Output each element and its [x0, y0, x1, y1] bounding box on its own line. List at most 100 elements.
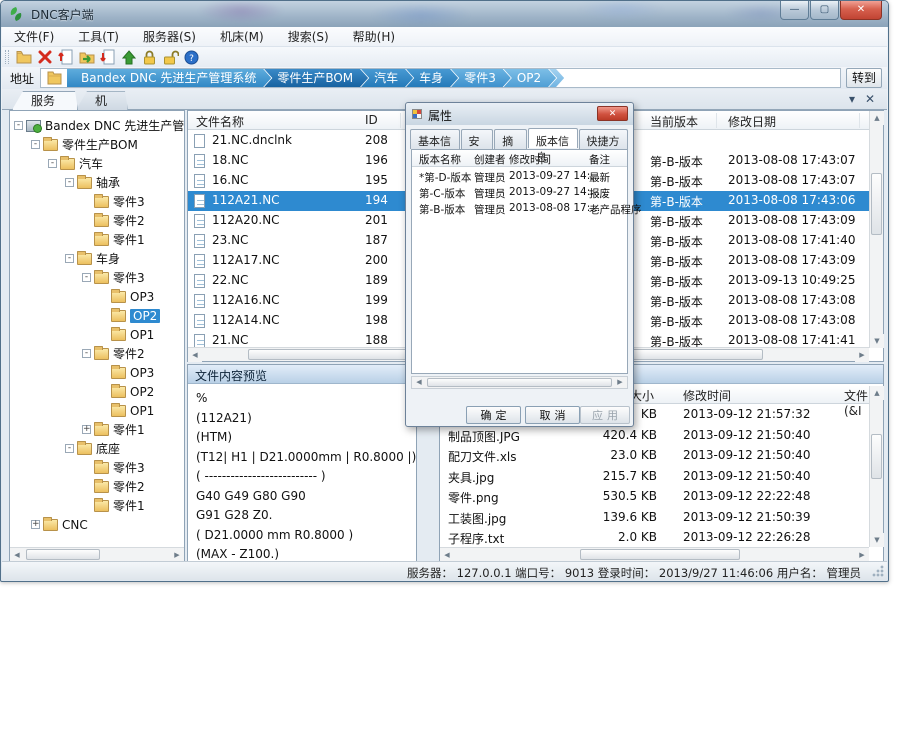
attachment-row[interactable]: 制品顶图.JPG420.4 KB2013-09-12 21:50:40 — [440, 426, 869, 447]
collapse-icon[interactable]: - — [82, 349, 91, 358]
tree-item-auto[interactable]: -汽车 — [10, 154, 184, 173]
tree-item[interactable]: -零件2 — [10, 344, 184, 363]
collapse-icon[interactable]: - — [31, 140, 40, 149]
col-modified[interactable]: 修改时间 — [683, 387, 731, 404]
scroll-left-icon[interactable]: ◀ — [10, 548, 24, 562]
help-button[interactable]: ? — [181, 48, 202, 66]
delete-button[interactable] — [34, 48, 55, 66]
tab-machine[interactable]: 机器 — [76, 91, 128, 110]
menu-help[interactable]: 帮助(H) — [341, 26, 407, 47]
col-file-name[interactable]: 文件名称 — [196, 113, 244, 130]
collapse-icon[interactable]: - — [65, 178, 74, 187]
menu-tools[interactable]: 工具(T) — [66, 26, 131, 47]
scroll-right-icon[interactable]: ▶ — [170, 548, 184, 562]
tree-item[interactable]: -零件3 — [10, 268, 184, 287]
lock-button[interactable] — [139, 48, 160, 66]
tree-item[interactable]: 零件1 — [10, 496, 184, 515]
scroll-left-icon[interactable]: ◀ — [412, 377, 426, 388]
apply-button[interactable]: 应用 — [580, 406, 630, 424]
dialog-hscrollbar[interactable]: ◀ ▶ — [411, 376, 628, 389]
breadcrumb-part3[interactable]: 零件3 — [450, 68, 511, 88]
scroll-left-icon[interactable]: ◀ — [440, 548, 454, 562]
version-row[interactable]: 第-B-版本管理员2013-08-08 17:...老产品程序 — [412, 201, 627, 217]
attachment-row[interactable]: 子程序.txt2.0 KB2013-09-12 22:26:28 — [440, 528, 869, 549]
tree-item-cnc[interactable]: +CNC — [10, 515, 184, 534]
tree-item-base[interactable]: -底座 — [10, 439, 184, 458]
scroll-right-icon[interactable]: ▶ — [855, 348, 869, 362]
tab-version-info[interactable]: 版本信息 — [528, 128, 578, 148]
tab-shortcut[interactable]: 快捷方式 — [579, 129, 629, 149]
version-row[interactable]: 第-C-版本管理员2013-09-27 14:...报废 — [412, 185, 627, 201]
tab-security[interactable]: 安全 — [461, 129, 494, 149]
resize-grip-icon[interactable] — [872, 565, 884, 577]
minimize-button[interactable]: — — [780, 1, 809, 20]
collapse-icon[interactable]: - — [48, 159, 57, 168]
tree-item[interactable]: 零件3 — [10, 192, 184, 211]
col-version-name[interactable]: 版本名称 — [419, 152, 461, 167]
tree-item[interactable]: OP1 — [10, 325, 184, 344]
scroll-right-icon[interactable]: ▶ — [613, 377, 627, 388]
col-version[interactable]: 当前版本 — [650, 113, 698, 130]
maximize-button[interactable]: ▢ — [810, 1, 839, 20]
new-folder-button[interactable] — [13, 48, 34, 66]
address-field[interactable]: Bandex DNC 先进生产管理系统 零件生产BOM 汽车 车身 零件3 OP… — [40, 68, 841, 88]
scroll-thumb[interactable] — [871, 173, 882, 235]
file-list-vscrollbar[interactable]: ▲ ▼ — [869, 111, 883, 348]
dialog-close-button[interactable]: ✕ — [597, 106, 628, 121]
tree-item[interactable]: OP3 — [10, 287, 184, 306]
attachment-row[interactable]: 零件.png530.5 KB2013-09-12 22:22:48 — [440, 487, 869, 508]
upload-button[interactable] — [118, 48, 139, 66]
cancel-button[interactable]: 取消 — [525, 406, 580, 424]
check-out-button[interactable] — [97, 48, 118, 66]
breadcrumb-bom[interactable]: 零件生产BOM — [263, 68, 368, 88]
scroll-thumb[interactable] — [427, 378, 612, 387]
col-id[interactable]: ID — [365, 113, 378, 127]
tree-item[interactable]: +零件1 — [10, 420, 184, 439]
send-folder-button[interactable] — [76, 48, 97, 66]
ok-button[interactable]: 确定 — [466, 406, 521, 424]
tree-item-bearing[interactable]: -轴承 — [10, 173, 184, 192]
scroll-down-icon[interactable]: ▼ — [870, 533, 884, 547]
menu-search[interactable]: 搜索(S) — [276, 26, 341, 47]
attachment-row[interactable]: 夹具.jpg215.7 KB2013-09-12 21:50:40 — [440, 467, 869, 488]
scroll-thumb[interactable] — [26, 549, 100, 560]
tree-item-root[interactable]: -Bandex DNC 先进生产管理系统 — [10, 116, 184, 135]
attachments-vscrollbar[interactable]: ▲ ▼ — [869, 386, 883, 547]
scroll-up-icon[interactable]: ▲ — [870, 386, 884, 400]
tree-item-carbody[interactable]: -车身 — [10, 249, 184, 268]
menu-machine[interactable]: 机床(M) — [208, 26, 276, 47]
go-button[interactable]: 转到 — [846, 68, 882, 88]
pane-dropdown-icon[interactable]: ▾ — [849, 92, 855, 106]
breadcrumb-root[interactable]: Bandex DNC 先进生产管理系统 — [67, 68, 271, 88]
collapse-icon[interactable]: - — [65, 254, 74, 263]
close-button[interactable]: ✕ — [840, 1, 882, 20]
tree-item-op2-selected[interactable]: OP2 — [10, 306, 184, 325]
expand-icon[interactable]: + — [82, 425, 91, 434]
tree-item[interactable]: 零件3 — [10, 458, 184, 477]
attachments-hscrollbar[interactable]: ◀ ▶ — [440, 547, 869, 561]
col-creator[interactable]: 创建者 — [474, 152, 506, 167]
menu-file[interactable]: 文件(F) — [2, 26, 66, 47]
tree-item[interactable]: OP3 — [10, 363, 184, 382]
expand-icon[interactable]: + — [31, 520, 40, 529]
tree-item[interactable]: 零件2 — [10, 477, 184, 496]
scroll-right-icon[interactable]: ▶ — [855, 548, 869, 562]
version-row[interactable]: *第-D-版本管理员2013-09-27 14:...最新 — [412, 169, 627, 185]
pane-close-icon[interactable]: ✕ — [865, 92, 875, 106]
tab-basic-info[interactable]: 基本信息 — [410, 129, 460, 149]
col-date[interactable]: 修改日期 — [728, 113, 776, 130]
tree-item[interactable]: 零件1 — [10, 230, 184, 249]
tree-item-bom[interactable]: -零件生产BOM — [10, 135, 184, 154]
scroll-thumb[interactable] — [580, 549, 740, 560]
tree-hscrollbar[interactable]: ◀ ▶ — [10, 547, 184, 561]
check-in-button[interactable] — [55, 48, 76, 66]
scroll-down-icon[interactable]: ▼ — [870, 334, 884, 348]
tree-item[interactable]: OP2 — [10, 382, 184, 401]
unlock-button[interactable] — [160, 48, 181, 66]
scroll-up-icon[interactable]: ▲ — [870, 111, 884, 125]
dialog-titlebar[interactable]: 属性 ✕ — [406, 103, 633, 125]
tree-item[interactable]: 零件2 — [10, 211, 184, 230]
tab-summary[interactable]: 摘要 — [494, 129, 527, 149]
tab-server[interactable]: 服务器 — [12, 91, 78, 110]
collapse-icon[interactable]: - — [82, 273, 91, 282]
